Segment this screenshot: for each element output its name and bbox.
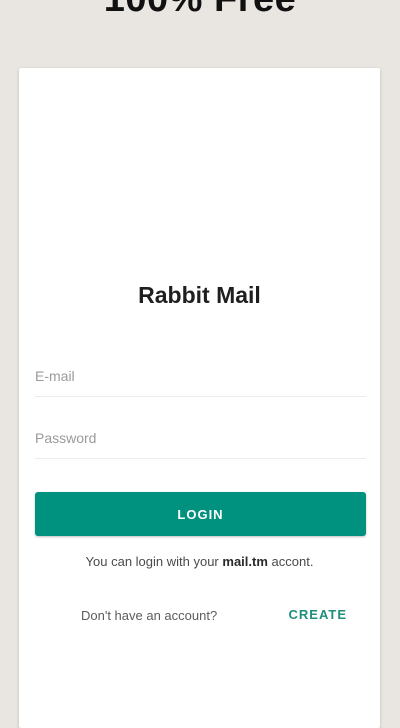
login-hint-brand: mail.tm — [222, 554, 268, 569]
email-field[interactable] — [35, 356, 366, 396]
signup-prompt: Don't have an account? — [81, 608, 218, 623]
login-hint-suffix: accont. — [267, 554, 314, 569]
login-hint: You can login with your mail.tm accont. — [19, 554, 380, 569]
create-account-link[interactable]: CREATE — [289, 607, 347, 622]
signup-row: Don't have an account? CREATE — [19, 606, 380, 626]
password-field[interactable] — [35, 418, 366, 458]
promo-headline: 100% Free — [0, 0, 400, 21]
login-button[interactable]: LOGIN — [35, 492, 366, 536]
login-hint-text: You can login with your — [85, 554, 223, 569]
email-field-container — [35, 356, 366, 397]
login-card: Rabbit Mail LOGIN You can login with you… — [19, 68, 380, 728]
password-field-container — [35, 418, 366, 459]
app-title: Rabbit Mail — [138, 282, 261, 308]
